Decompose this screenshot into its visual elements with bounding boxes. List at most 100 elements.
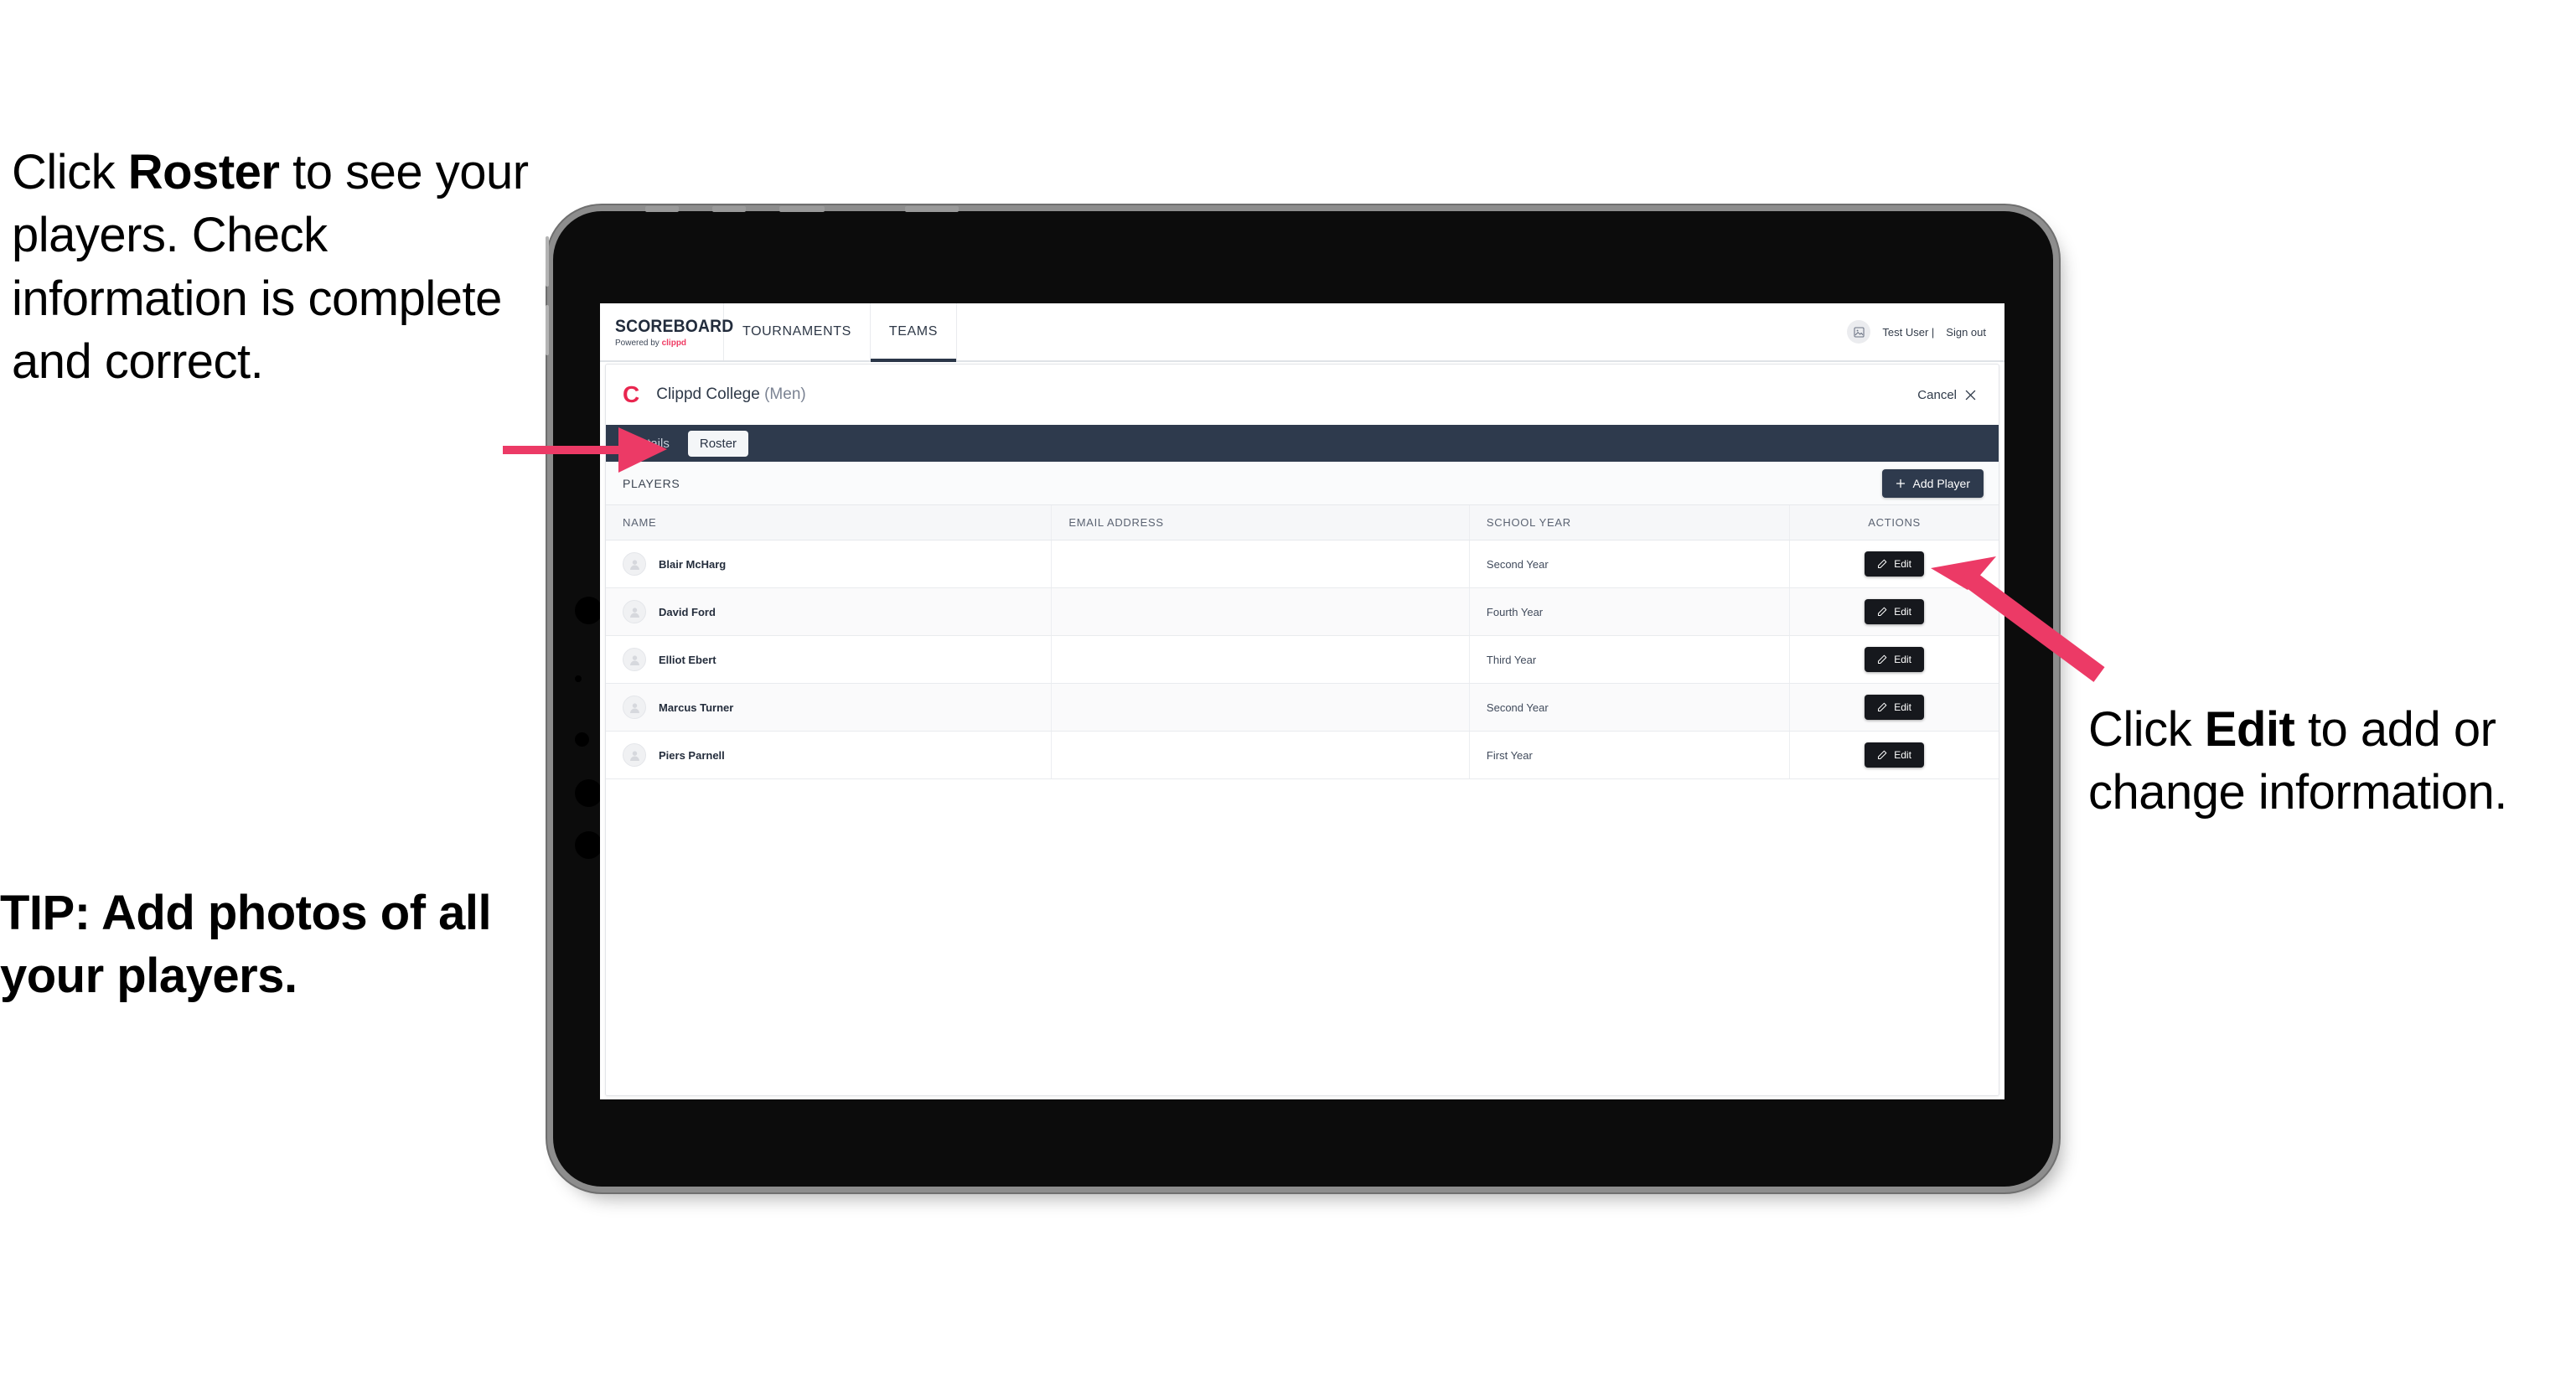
add-player-label: Add Player (1912, 476, 1970, 490)
sign-out-link[interactable]: Sign out (1946, 326, 1986, 339)
player-avatar-icon (623, 743, 646, 767)
edit-button[interactable]: Edit (1865, 599, 1924, 624)
cell-name: Piers Parnell (606, 731, 1053, 779)
callout-left-part1: Click (12, 145, 128, 199)
players-toolbar: PLAYERS Add Player (606, 462, 1999, 505)
school-year-value: Fourth Year (1486, 605, 1544, 618)
bezel-antenna-line (905, 206, 959, 212)
edit-button[interactable]: Edit (1865, 742, 1924, 768)
cell-email (1051, 540, 1470, 588)
volume-down-button[interactable] (546, 305, 549, 355)
cell-school-year: Fourth Year (1469, 587, 1791, 636)
brand-wordmark: SCOREBOARD (615, 316, 734, 336)
school-year-value: Second Year (1486, 701, 1549, 714)
roster-table-head: NAME EMAIL ADDRESS SCHOOL YEAR ACTIONS (606, 505, 1999, 540)
edit-button[interactable]: Edit (1865, 647, 1924, 672)
player-identity: Piers Parnell (623, 743, 1051, 767)
player-identity: Blair McHarg (623, 552, 1051, 576)
table-row[interactable]: David Ford Fourth Year Edit (606, 587, 1999, 636)
callout-right-part1: Click (2088, 702, 2205, 757)
nav-tab-tournaments[interactable]: TOURNAMENTS (724, 303, 871, 360)
front-camera-icon (575, 597, 603, 624)
team-gender-text: (Men) (764, 385, 806, 403)
column-header-name[interactable]: NAME (606, 505, 1053, 540)
cell-name: Blair McHarg (606, 540, 1053, 588)
cancel-button[interactable]: Cancel (1917, 388, 1977, 402)
image-placeholder-icon (1854, 326, 1865, 338)
player-name: Piers Parnell (659, 748, 725, 762)
pencil-icon (1878, 607, 1887, 616)
cell-actions: Edit (1789, 540, 1999, 588)
cell-school-year: First Year (1469, 731, 1791, 779)
team-page-card: C Clippd College (Men) Cancel Details Ro… (605, 364, 1999, 1096)
school-year-value: Third Year (1486, 653, 1537, 666)
bezel-antenna-line (779, 206, 825, 212)
column-header-year[interactable]: SCHOOL YEAR (1469, 505, 1791, 540)
roster-table-body: Blair McHarg Second Year Edit David Ford Fou… (606, 540, 1999, 779)
depth-sensor-icon (575, 831, 603, 859)
cell-school-year: Second Year (1469, 683, 1791, 732)
cell-email (1051, 731, 1470, 779)
callout-right-bold: Edit (2204, 702, 2295, 757)
players-section-label: PLAYERS (623, 476, 680, 490)
callout-left-bold: Roster (127, 145, 280, 199)
player-avatar-icon (623, 600, 646, 623)
volume-up-button[interactable] (546, 236, 549, 287)
table-row[interactable]: Marcus Turner Second Year Edit (606, 683, 1999, 732)
edit-button[interactable]: Edit (1865, 551, 1924, 577)
callout-roster-instruction: Click Roster to see your players. Check … (12, 141, 548, 394)
team-name-text: Clippd College (656, 385, 760, 403)
player-identity: David Ford (623, 600, 1051, 623)
team-name-title: Clippd College (Men) (656, 385, 805, 404)
player-name: Elliot Ebert (659, 653, 716, 666)
column-header-email[interactable]: EMAIL ADDRESS (1051, 505, 1470, 540)
pencil-icon (1878, 702, 1887, 711)
cell-name: Elliot Ebert (606, 635, 1053, 684)
edit-label: Edit (1894, 749, 1911, 761)
edit-label: Edit (1894, 558, 1911, 570)
cell-actions: Edit (1789, 635, 1999, 684)
bezel-antenna-line (645, 206, 679, 212)
avatar[interactable] (1847, 320, 1871, 344)
player-avatar-icon (623, 696, 646, 719)
column-header-actions: ACTIONS (1789, 505, 1999, 540)
edit-label: Edit (1894, 654, 1911, 665)
player-name: Marcus Turner (659, 701, 734, 714)
team-sub-tabs: Details Roster (606, 425, 1999, 462)
cell-email (1051, 587, 1470, 636)
edit-label: Edit (1894, 701, 1911, 713)
player-name: Blair McHarg (659, 557, 727, 571)
pencil-icon (1878, 750, 1887, 759)
table-row[interactable]: Blair McHarg Second Year Edit (606, 540, 1999, 588)
cell-name: Marcus Turner (606, 683, 1053, 732)
school-year-value: First Year (1486, 748, 1533, 762)
player-avatar-icon (623, 552, 646, 576)
ambient-light-sensor-icon (575, 732, 589, 747)
player-avatar-icon (623, 648, 646, 671)
powered-prefix: Powered by (615, 338, 662, 348)
roster-table: NAME EMAIL ADDRESS SCHOOL YEAR ACTIONS B… (606, 505, 1999, 779)
tablet-screen: SCOREBOARD Powered by clippd TOURNAMENTS… (600, 303, 2004, 1099)
player-identity: Elliot Ebert (623, 648, 1051, 671)
cell-school-year: Second Year (1469, 540, 1791, 588)
player-identity: Marcus Turner (623, 696, 1051, 719)
sub-tab-details[interactable]: Details (619, 431, 681, 457)
sub-tab-roster[interactable]: Roster (687, 430, 749, 457)
school-year-value: Second Year (1486, 557, 1549, 571)
edit-button[interactable]: Edit (1865, 695, 1924, 720)
table-row[interactable]: Elliot Ebert Third Year Edit (606, 635, 1999, 684)
table-row[interactable]: Piers Parnell First Year Edit (606, 731, 1999, 779)
nav-tab-teams[interactable]: TEAMS (870, 303, 957, 362)
brand-powered-by: Powered by clippd (615, 339, 723, 348)
cell-school-year: Third Year (1469, 635, 1791, 684)
callout-edit-instruction: Click Edit to add or change information. (2088, 698, 2574, 825)
close-icon (1965, 390, 1976, 400)
app-top-nav: SCOREBOARD Powered by clippd TOURNAMENTS… (600, 303, 2004, 362)
microphone-icon (575, 675, 582, 682)
brand-logo[interactable]: SCOREBOARD Powered by clippd (600, 303, 734, 360)
bezel-antenna-line (712, 206, 746, 212)
add-player-button[interactable]: Add Player (1881, 468, 1984, 498)
cell-email (1051, 635, 1470, 684)
team-header: C Clippd College (Men) Cancel (606, 365, 1999, 425)
